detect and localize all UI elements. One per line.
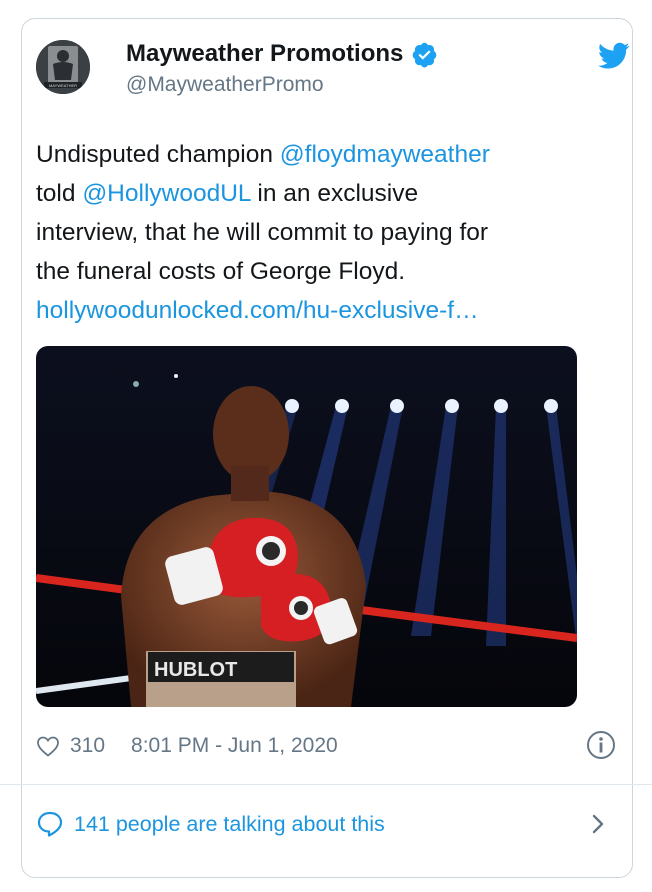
talking-text[interactable]: 141 people are talking about this (74, 812, 385, 837)
tweet-line4: the funeral costs of George Floyd. (36, 258, 406, 285)
author-name[interactable]: Mayweather Promotions (126, 40, 403, 68)
chevron-right-icon[interactable] (588, 812, 608, 836)
tweet-line1: Undisputed champion (36, 141, 280, 168)
avatar-label: MAYWEATHER (49, 83, 77, 88)
like-count[interactable]: 310 (70, 734, 105, 758)
tweet-text: Undisputed champion @floydmayweather tol… (36, 135, 586, 330)
heart-icon[interactable] (36, 735, 60, 757)
boxer-photo: HUBLOT (36, 346, 577, 707)
footer-divider (0, 784, 652, 785)
tweet-line2-prefix: told (36, 180, 83, 207)
author-name-row[interactable]: Mayweather Promotions (126, 40, 438, 68)
trunks-text: HUBLOT (154, 659, 237, 681)
mention-floydmayweather[interactable]: @floydmayweather (280, 141, 490, 168)
mention-hollywoodul[interactable]: @HollywoodUL (82, 180, 250, 207)
tweet-timestamp[interactable]: 8:01 PM - Jun 1, 2020 (131, 734, 338, 758)
author-handle[interactable]: @MayweatherPromo (126, 73, 324, 97)
tweet-link[interactable]: hollywoodunlocked.com/hu-exclusive-f… (36, 291, 586, 330)
tweet-photo[interactable]: HUBLOT (36, 346, 577, 707)
info-icon[interactable] (586, 730, 616, 760)
twitter-bird-icon[interactable] (598, 42, 630, 70)
tweet-line2-suffix: in an exclusive (250, 180, 419, 207)
avatar-image: MAYWEATHER (36, 40, 90, 94)
talking-link[interactable]: 141 people are talking about this (36, 810, 385, 838)
tweet-meta: 310 8:01 PM - Jun 1, 2020 (36, 734, 338, 758)
verified-badge-icon (413, 42, 437, 67)
speech-bubble-icon (37, 811, 63, 837)
tweet-line3: interview, that he will commit to paying… (36, 219, 489, 246)
avatar[interactable]: MAYWEATHER (36, 40, 90, 94)
